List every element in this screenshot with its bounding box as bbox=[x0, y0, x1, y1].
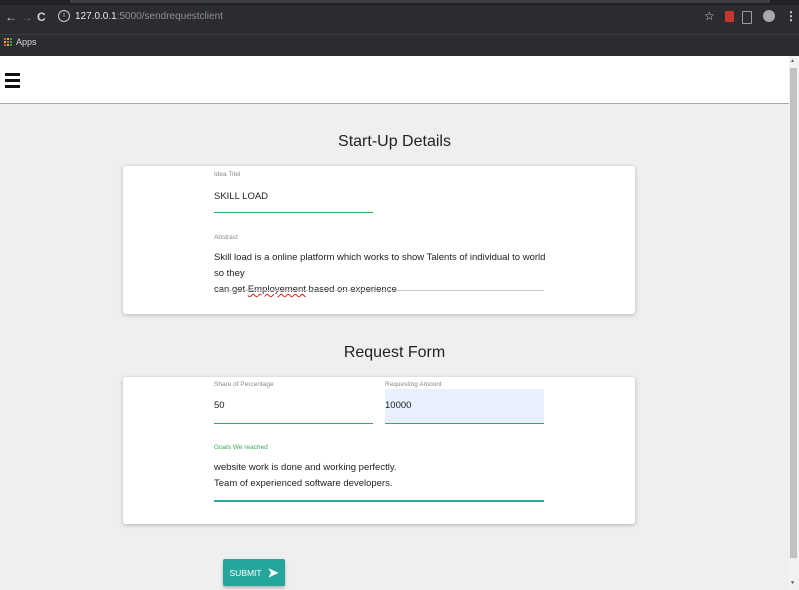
extension-icon[interactable] bbox=[742, 11, 752, 24]
submit-button[interactable]: SUBMIT ➤ bbox=[223, 559, 285, 586]
apps-bookmark[interactable]: Apps bbox=[4, 37, 37, 47]
startup-details-card: Idea Titel SKILL LOAD Abstract Skill loa… bbox=[123, 166, 635, 314]
url-path: :5000/sendrequestclient bbox=[116, 11, 223, 22]
idea-title-label: Idea Titel bbox=[214, 171, 241, 178]
request-form-card: Share of Percentage 50 Requesting Amount… bbox=[123, 377, 635, 524]
request-form-title: Request Form bbox=[343, 344, 446, 361]
apps-grid-icon bbox=[4, 38, 12, 46]
star-icon[interactable]: ☆ bbox=[704, 10, 715, 22]
requesting-amount-underline bbox=[385, 423, 544, 424]
scrollbar-thumb[interactable] bbox=[790, 68, 797, 558]
url-host: 127.0.0.1 bbox=[75, 11, 117, 22]
pdf-extension-icon[interactable] bbox=[725, 11, 734, 22]
goals-line-1: website work is done and working perfect… bbox=[214, 462, 397, 473]
abstract-underline bbox=[214, 290, 544, 291]
forward-icon[interactable]: → bbox=[21, 11, 33, 23]
menu-dots-icon[interactable]: ⋮ bbox=[785, 10, 797, 22]
submit-label: SUBMIT bbox=[229, 567, 262, 578]
site-info-icon[interactable]: i bbox=[58, 10, 70, 23]
abstract-line-1: Skill load is a online platform which wo… bbox=[214, 252, 546, 279]
reload-icon[interactable]: C bbox=[37, 11, 46, 23]
share-percentage-label: Share of Percentage bbox=[214, 381, 274, 388]
scroll-down-icon[interactable]: ▼ bbox=[790, 580, 795, 586]
tab-strip-line bbox=[70, 0, 770, 3]
tab-strip bbox=[0, 0, 799, 5]
idea-title-input[interactable]: SKILL LOAD bbox=[214, 189, 268, 205]
startup-details-title: Start-Up Details bbox=[338, 133, 451, 150]
avatar[interactable] bbox=[763, 10, 775, 22]
hamburger-menu-icon[interactable] bbox=[5, 73, 20, 91]
back-icon[interactable]: ← bbox=[5, 11, 17, 23]
goals-underline bbox=[214, 500, 544, 502]
send-icon: ➤ bbox=[267, 565, 279, 580]
bookmarks-bar bbox=[0, 34, 799, 57]
scrollbar[interactable]: ▲ ▼ bbox=[789, 56, 799, 590]
requesting-amount-input[interactable]: 10000 bbox=[385, 398, 411, 414]
goals-line-2: Team of experienced software developers. bbox=[214, 478, 393, 489]
goals-textarea[interactable]: website work is done and working perfect… bbox=[214, 460, 544, 492]
idea-title-underline bbox=[214, 212, 373, 213]
apps-label: Apps bbox=[16, 37, 37, 47]
scroll-up-icon[interactable]: ▲ bbox=[790, 58, 795, 64]
abstract-label: Abstract bbox=[214, 234, 238, 241]
address-bar[interactable]: i 127.0.0.1:5000/sendrequestclient bbox=[55, 8, 695, 26]
share-percentage-input[interactable]: 50 bbox=[214, 398, 225, 414]
goals-label: Goals We reached bbox=[214, 444, 268, 451]
requesting-amount-label: Requesting Amount bbox=[385, 381, 442, 388]
share-percentage-underline bbox=[214, 423, 373, 424]
app-header bbox=[0, 56, 789, 104]
